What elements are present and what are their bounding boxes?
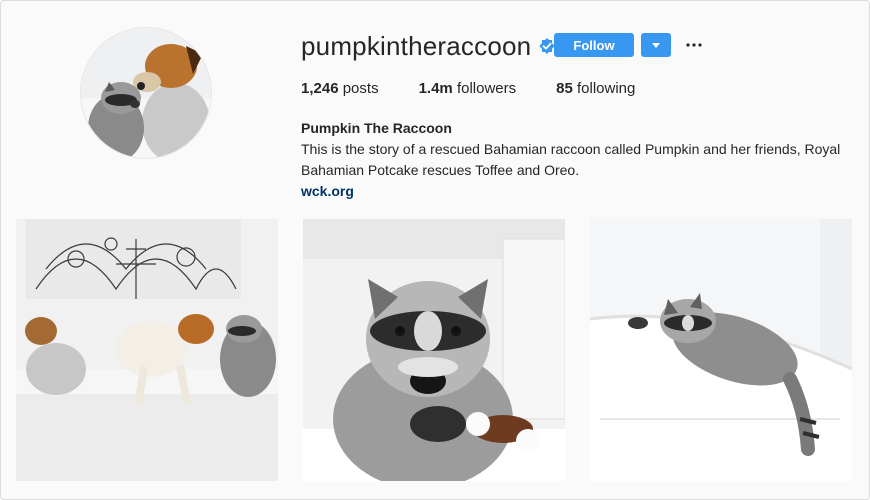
followers-count: 1.4m (418, 80, 453, 97)
following-stat[interactable]: 85 following (556, 80, 635, 97)
profile-stats: 1,246 posts 1.4m followers 85 following (301, 80, 675, 97)
posts-count: 1,246 (301, 80, 339, 97)
profile-page: pumpkintheraccoon Follow 1,246 posts 1.4… (0, 0, 870, 500)
post-thumbnail[interactable] (16, 219, 278, 481)
avatar-image (81, 28, 211, 158)
posts-stat: 1,246 posts (301, 80, 379, 97)
followers-label: followers (452, 80, 517, 97)
bio-link[interactable]: wck.org (301, 181, 841, 202)
following-label: following (572, 80, 636, 97)
follow-button[interactable]: Follow (554, 33, 634, 57)
more-options-icon (686, 43, 702, 47)
post-image (16, 219, 278, 481)
username: pumpkintheraccoon (301, 30, 532, 61)
following-count: 85 (556, 80, 573, 97)
profile-header: pumpkintheraccoon (301, 31, 556, 61)
follow-dropdown-button[interactable] (641, 33, 671, 57)
post-image (590, 219, 852, 481)
profile-bio: Pumpkin The Raccoon This is the story of… (301, 118, 841, 202)
post-thumbnail[interactable] (303, 219, 565, 481)
bio-text: This is the story of a rescued Bahamian … (301, 141, 841, 178)
post-image (303, 219, 565, 481)
profile-avatar[interactable] (80, 27, 212, 159)
full-name: Pumpkin The Raccoon (301, 120, 452, 136)
caret-down-icon (652, 43, 660, 48)
followers-stat[interactable]: 1.4m followers (419, 80, 517, 97)
more-options-button[interactable] (685, 36, 703, 54)
post-thumbnail[interactable] (590, 219, 852, 481)
posts-label: posts (338, 80, 379, 97)
